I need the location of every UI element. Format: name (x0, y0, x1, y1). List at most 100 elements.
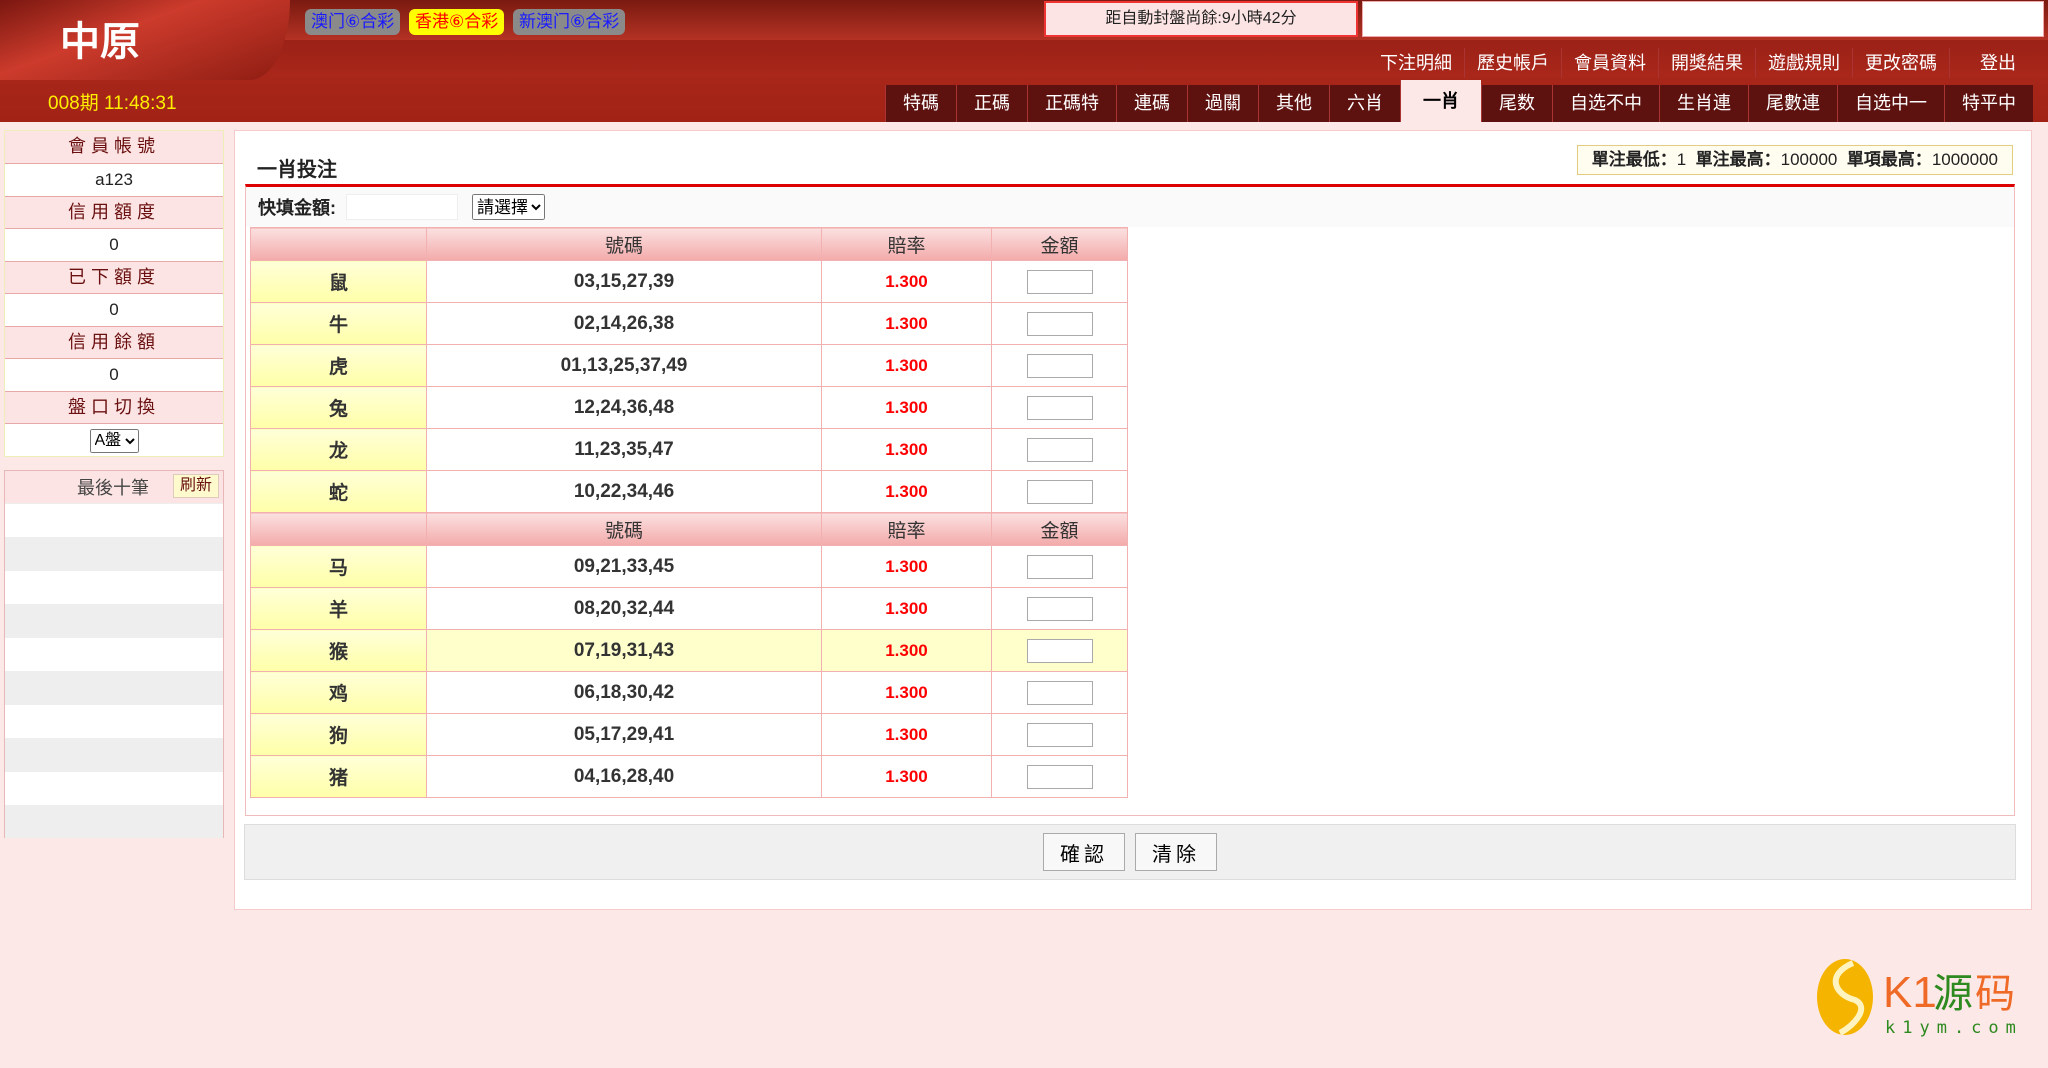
lottery-macau[interactable]: 澳门⑥合彩 (305, 9, 401, 35)
tab-7[interactable]: 一肖 (1400, 80, 1481, 122)
amount-input[interactable] (1026, 764, 1093, 789)
tab-2[interactable]: 正碼特 (1027, 85, 1116, 122)
header-zodiac (250, 227, 427, 261)
tab-3[interactable]: 連碼 (1116, 85, 1187, 122)
svg-text:源: 源 (1933, 971, 1973, 1017)
tab-12[interactable]: 自选中一 (1837, 85, 1944, 122)
amount-input[interactable] (1026, 680, 1093, 705)
account-sidebar: 會員帳號 a123 信用額度 0 已下額度 0 信用餘額 0 盤口切換 A盤 (4, 130, 224, 457)
amount-input[interactable] (1026, 722, 1093, 747)
bet-row: 虎 01,13,25,37,49 1.300 (250, 344, 1128, 387)
odds-cell: 1.300 (821, 587, 992, 630)
last-bet-row (5, 804, 223, 838)
quick-fill-select[interactable]: 請選擇 (472, 194, 545, 220)
odds-cell: 1.300 (821, 755, 992, 798)
top-nav-link[interactable]: 歷史帳戶 (1465, 48, 1562, 78)
numbers-cell: 09,21,33,45 (426, 545, 822, 588)
tab-8[interactable]: 尾数 (1481, 85, 1552, 122)
lottery-hongkong[interactable]: 香港⑥合彩 (409, 9, 505, 35)
numbers-cell: 01,13,25,37,49 (426, 344, 822, 387)
odds-cell: 1.300 (821, 428, 992, 471)
numbers-cell: 08,20,32,44 (426, 587, 822, 630)
amount-input[interactable] (1026, 554, 1093, 579)
bet-limits: 單注最低：1 單注最高：100000 單項最高：1000000 (1576, 145, 2013, 175)
numbers-cell: 07,19,31,43 (426, 629, 822, 672)
top-nav-link[interactable]: 登出 (1950, 48, 2028, 78)
last-bet-row (5, 536, 223, 570)
numbers-cell: 03,15,27,39 (426, 260, 822, 303)
tab-9[interactable]: 自选不中 (1552, 85, 1659, 122)
amount-input[interactable] (1026, 353, 1093, 378)
odds-cell: 1.300 (821, 302, 992, 345)
last-ten-panel: 最後十筆 刷新 (4, 470, 224, 838)
bet-row: 羊 08,20,32,44 1.300 (250, 587, 1128, 630)
used-label: 已下額度 (5, 261, 223, 293)
last-ten-label: 最後十筆 (77, 478, 149, 498)
numbers-cell: 02,14,26,38 (426, 302, 822, 345)
bet-panel: 一肖投注 單注最低：1 單注最高：100000 單項最高：1000000 快填金… (234, 130, 2032, 910)
credit-value: 0 (5, 228, 223, 261)
tab-13[interactable]: 特平中 (1944, 85, 2033, 122)
zodiac-cell: 虎 (250, 344, 427, 387)
bet-row: 马 09,21,33,45 1.300 (250, 545, 1128, 588)
last-bet-row (5, 737, 223, 771)
odds-cell: 1.300 (821, 470, 992, 513)
balance-value: 0 (5, 358, 223, 391)
zodiac-cell: 马 (250, 545, 427, 588)
last-bet-row (5, 503, 223, 537)
bet-row: 牛 02,14,26,38 1.300 (250, 302, 1128, 345)
amount-input[interactable] (1026, 395, 1093, 420)
svg-text:k1ym.com: k1ym.com (1885, 1018, 2023, 1038)
refresh-button[interactable]: 刷新 (172, 474, 219, 498)
tab-4[interactable]: 過關 (1187, 85, 1258, 122)
clear-button[interactable]: 清除 (1135, 833, 1217, 871)
svg-text:码: 码 (1975, 971, 2015, 1017)
page-title: 一肖投注 (257, 159, 337, 181)
last-bet-row (5, 637, 223, 671)
top-nav-link[interactable]: 下注明細 (1368, 48, 1465, 78)
tab-6[interactable]: 六肖 (1329, 85, 1400, 122)
top-nav-link[interactable]: 開獎結果 (1659, 48, 1756, 78)
amount-input[interactable] (1026, 269, 1093, 294)
bet-row: 龙 11,23,35,47 1.300 (250, 428, 1128, 471)
amount-input[interactable] (1026, 437, 1093, 462)
tab-10[interactable]: 生肖連 (1659, 85, 1748, 122)
logo: 中原 (0, 0, 290, 80)
amount-input[interactable] (1026, 596, 1093, 621)
tab-11[interactable]: 尾數連 (1748, 85, 1837, 122)
lottery-new-macau[interactable]: 新澳门⑥合彩 (513, 9, 626, 35)
top-nav-link[interactable]: 遊戲規則 (1756, 48, 1853, 78)
odds-cell: 1.300 (821, 713, 992, 756)
numbers-cell: 05,17,29,41 (426, 713, 822, 756)
header-odds: 賠率 (821, 512, 992, 546)
last-bet-row (5, 603, 223, 637)
amount-input[interactable] (1026, 479, 1093, 504)
period-clock: 008期 11:48:31 (48, 93, 177, 114)
header-amount: 金額 (991, 227, 1128, 261)
svg-text:K1: K1 (1883, 968, 1937, 1017)
odds-cell: 1.300 (821, 545, 992, 588)
odds-cell: 1.300 (821, 629, 992, 672)
odds-cell: 1.300 (821, 260, 992, 303)
tab-1[interactable]: 正碼 (956, 85, 1027, 122)
amount-input[interactable] (1026, 638, 1093, 663)
confirm-button[interactable]: 確認 (1043, 833, 1125, 871)
numbers-cell: 06,18,30,42 (426, 671, 822, 714)
close-countdown: 距自動封盤尚餘:9小時42分 (1044, 1, 1358, 37)
bet-row: 猪 04,16,28,40 1.300 (250, 755, 1128, 798)
amount-input[interactable] (1026, 311, 1093, 336)
numbers-cell: 11,23,35,47 (426, 428, 822, 471)
quick-fill-input[interactable] (346, 194, 458, 220)
header-numbers: 號碼 (426, 512, 822, 546)
header-odds: 賠率 (821, 227, 992, 261)
zodiac-cell: 狗 (250, 713, 427, 756)
plate-select[interactable]: A盤 (89, 428, 139, 453)
used-value: 0 (5, 293, 223, 326)
top-nav-link[interactable]: 更改密碼 (1853, 48, 1950, 78)
bet-row: 鸡 06,18,30,42 1.300 (250, 671, 1128, 714)
last-bet-row (5, 570, 223, 604)
top-nav-link[interactable]: 會員資料 (1562, 48, 1659, 78)
tab-5[interactable]: 其他 (1258, 85, 1329, 122)
zodiac-cell: 鼠 (250, 260, 427, 303)
tab-0[interactable]: 特碼 (885, 85, 956, 122)
